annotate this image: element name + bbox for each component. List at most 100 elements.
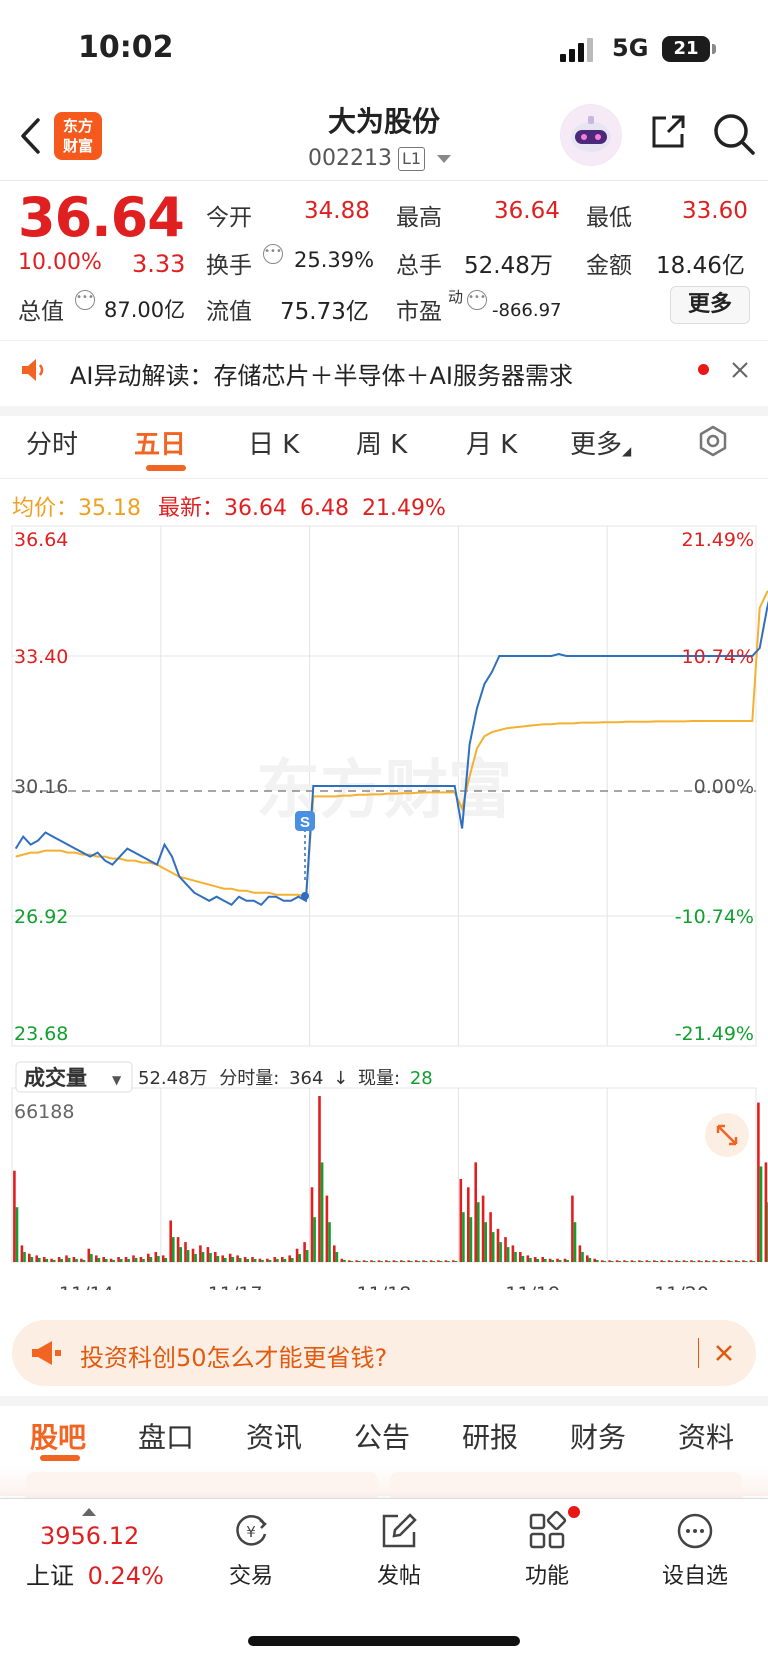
tab-pankou[interactable]: 盘口 — [138, 1416, 194, 1456]
tab-more[interactable]: 更多◢ — [570, 424, 631, 461]
volume-bar-up — [615, 1260, 619, 1262]
volume-bar-down — [194, 1254, 197, 1262]
pe-value: -866.97 — [492, 300, 562, 321]
volume-bar-down — [291, 1258, 294, 1262]
volume-bar-up — [467, 1187, 470, 1262]
volume-bar-down — [52, 1260, 56, 1262]
stock-code-selector[interactable]: 002213 L1 — [308, 146, 452, 171]
nav-functions-label: 功能 — [524, 1564, 569, 1589]
volume-bar-down — [127, 1259, 130, 1262]
ai-robot-avatar-icon[interactable] — [560, 104, 622, 166]
volume-bar-down — [313, 1217, 316, 1262]
volume-bar-down — [149, 1257, 153, 1262]
tab-profile[interactable]: 资料 — [678, 1416, 734, 1456]
volume-bar-up — [147, 1253, 150, 1262]
index-value[interactable]: 3956.12 — [40, 1522, 139, 1550]
volume-bar-up — [705, 1260, 708, 1262]
nav-functions[interactable]: 功能 — [492, 1510, 602, 1590]
more-dots-icon[interactable]: ••• — [75, 290, 95, 310]
volume-bar-down — [573, 1222, 577, 1262]
volume-bar-up — [191, 1248, 195, 1262]
volume-bar-up — [109, 1258, 113, 1262]
x-tick-label: 11/17 — [208, 1283, 263, 1290]
tab-daily-k[interactable]: 日 K — [248, 424, 299, 461]
volume-bar-up — [452, 1260, 455, 1262]
five-day-chart[interactable]: 东方财富 S 36.64 21.49%33.40 10.74%30.16 0.00%2… — [0, 520, 768, 1290]
share-icon[interactable] — [648, 112, 688, 152]
volume-bar-up — [95, 1255, 98, 1262]
volume-bar-down — [358, 1261, 361, 1262]
volume-bar-down — [283, 1259, 287, 1262]
more-dots-icon[interactable]: ••• — [467, 290, 487, 310]
nav-post[interactable]: 发帖 — [344, 1510, 454, 1590]
level-badge: L1 — [397, 146, 426, 171]
more-dots-icon[interactable]: ••• — [263, 244, 283, 264]
volume-bar-up — [266, 1258, 269, 1262]
volume-bar-up — [690, 1260, 693, 1262]
close-icon[interactable] — [714, 1343, 734, 1363]
float-value: 75.73亿 — [280, 299, 369, 325]
tab-guba[interactable]: 股吧 — [30, 1416, 86, 1456]
volume-bar-up — [586, 1255, 589, 1262]
volume-bar-down — [298, 1254, 301, 1262]
close-icon[interactable] — [730, 360, 750, 380]
tab-news[interactable]: 资讯 — [246, 1416, 302, 1456]
volume-bar-down — [335, 1252, 339, 1262]
volume-bar-up — [727, 1260, 730, 1262]
volume-bar-down — [350, 1261, 354, 1262]
volume-bar-up — [407, 1260, 410, 1262]
volume-bar-down — [447, 1261, 450, 1262]
volume-bar-up — [757, 1102, 760, 1262]
volume-bar-down — [722, 1261, 726, 1262]
volume-bar-up — [303, 1242, 306, 1262]
volume-bar-up — [281, 1257, 284, 1262]
nav-trade[interactable]: ¥ 交易 — [196, 1510, 306, 1590]
more-button[interactable]: 更多 — [670, 286, 750, 324]
volume-bar-up — [385, 1260, 388, 1262]
notification-dot — [568, 1506, 580, 1518]
gear-icon[interactable] — [696, 424, 730, 458]
tab-five-day[interactable]: 五日 — [134, 424, 186, 461]
tab-intraday[interactable]: 分时 — [26, 424, 78, 461]
y-tick-label-left: 26.92 — [14, 906, 68, 928]
promo-text[interactable]: 投资科创50怎么才能更省钱? — [80, 1338, 387, 1373]
volume-bar-up — [533, 1257, 537, 1262]
index-ticker[interactable]: 上证 0.24% — [26, 1556, 164, 1591]
chart-grid — [11, 525, 757, 1263]
volume-bar-down — [521, 1256, 525, 1262]
megaphone-icon — [32, 1341, 61, 1365]
volume-bar-down — [462, 1212, 465, 1262]
gap-dot — [301, 892, 309, 900]
tab-monthly-k[interactable]: 月 K — [466, 424, 517, 461]
turnover-value: 25.39% — [294, 248, 375, 272]
volume-bar-up — [102, 1257, 105, 1262]
tab-weekly-k[interactable]: 周 K — [356, 424, 407, 461]
search-icon[interactable] — [712, 112, 756, 156]
current-volume: 28 — [410, 1068, 433, 1089]
volume-bar-down — [112, 1260, 115, 1262]
volume-bar-down — [246, 1259, 249, 1262]
volume-bar-down — [506, 1247, 510, 1262]
volume-bar-down — [558, 1260, 562, 1262]
ai-insight-text[interactable]: AI异动解读：存储芯片＋半导体＋AI服务器需求 — [70, 356, 573, 391]
volume-bar-down — [186, 1250, 190, 1262]
cellular-signal-icon — [560, 38, 593, 62]
volume-bar-down — [625, 1261, 629, 1262]
volume-bar-up — [571, 1195, 574, 1262]
volume-bar-down — [640, 1261, 644, 1262]
volume-bar-down — [752, 1261, 755, 1262]
volume-bar-up — [347, 1260, 351, 1262]
promo-separator — [698, 1338, 699, 1368]
volume-bar-up — [132, 1255, 135, 1262]
tab-announcements[interactable]: 公告 — [354, 1416, 410, 1456]
volume-bar-up — [251, 1257, 254, 1262]
tab-finance[interactable]: 财务 — [570, 1416, 626, 1456]
volume-panel-frame — [11, 1087, 757, 1263]
volume-bar-up — [444, 1260, 448, 1262]
nav-add-watchlist[interactable]: 设自选 — [640, 1510, 750, 1590]
volume-bar-up — [340, 1258, 344, 1262]
volume-bar-up — [169, 1220, 172, 1262]
y-tick-label-right: -10.74% — [675, 906, 754, 928]
tab-research[interactable]: 研报 — [462, 1416, 518, 1456]
volume-bar-up — [333, 1245, 336, 1262]
